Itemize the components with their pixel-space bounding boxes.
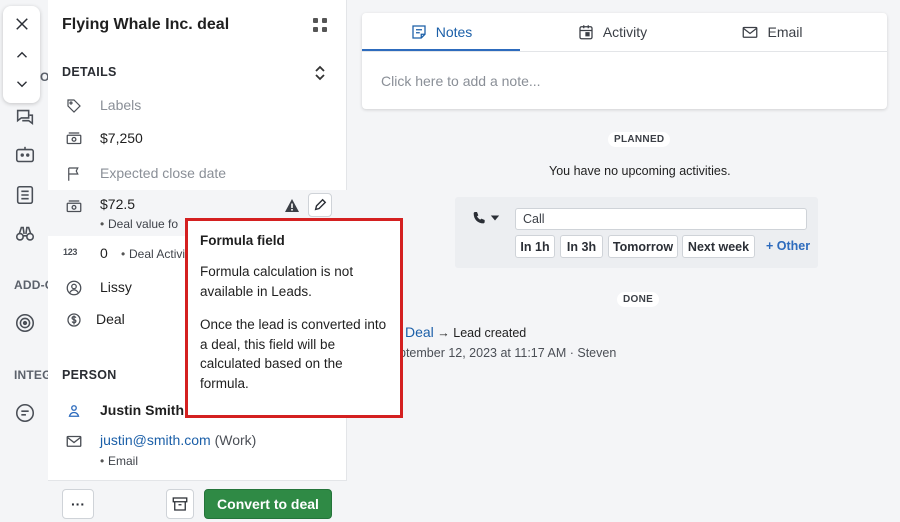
note-input[interactable]: Click here to add a note... <box>381 73 541 89</box>
archive-button[interactable] <box>166 489 194 519</box>
chevron-up-icon <box>16 51 27 58</box>
person-heading: PERSON <box>62 368 117 382</box>
target-icon[interactable] <box>14 312 36 334</box>
quick-schedule-box: Call In 1h In 3h Tomorrow Next week + Ot… <box>455 197 818 268</box>
no-activities-text: You have no upcoming activities. <box>549 164 731 178</box>
chip-next-week[interactable]: Next week <box>682 235 755 258</box>
previous-button[interactable] <box>3 41 40 69</box>
chip-in-3h[interactable]: In 3h <box>560 235 603 258</box>
close-date-row[interactable]: Expected close date <box>48 157 347 191</box>
tooltip-title: Formula field <box>200 233 285 248</box>
history-arrow: → <box>437 326 450 340</box>
expand-collapse-icon[interactable] <box>313 64 327 82</box>
money-icon <box>65 198 83 216</box>
formula-field-tooltip: Formula field Formula calculation is not… <box>185 218 403 418</box>
grid-icon[interactable] <box>312 17 328 33</box>
labels-row[interactable]: Labels <box>48 89 347 123</box>
money-icon <box>65 130 83 148</box>
other-time-link[interactable]: + Other <box>766 239 810 253</box>
value-row[interactable]: $7,250 <box>48 122 347 156</box>
planned-badge: PLANNED <box>608 132 671 147</box>
chat-icon[interactable] <box>14 106 36 128</box>
list-icon[interactable] <box>14 184 36 206</box>
flag-icon <box>65 165 83 183</box>
tab-notes-label: Notes <box>435 24 473 40</box>
caret-down-icon <box>490 215 500 221</box>
bot-icon[interactable] <box>14 145 36 167</box>
close-button[interactable] <box>3 10 40 38</box>
envelope-icon <box>65 432 83 450</box>
rail-addons-label: ADD-ONS <box>14 278 48 292</box>
warning-icon[interactable] <box>284 198 300 214</box>
history-item-title: Deal → Lead created <box>405 324 526 340</box>
pencil-icon <box>314 198 327 211</box>
chip-in-1h[interactable]: In 1h <box>515 235 555 258</box>
done-badge: DONE <box>617 292 660 307</box>
person-email-type: (Work) <box>214 432 257 448</box>
edit-button[interactable] <box>308 193 332 217</box>
tooltip-paragraph-1: Formula calculation is not available in … <box>200 264 354 299</box>
labels-placeholder: Labels <box>100 97 142 113</box>
tab-email[interactable]: Email <box>692 13 852 51</box>
message-icon[interactable] <box>14 402 36 424</box>
deal-title: Flying Whale Inc. deal <box>62 16 230 33</box>
person-icon <box>65 402 83 420</box>
chevron-down-icon <box>16 81 27 88</box>
tab-activity-label: Activity <box>602 24 648 40</box>
history-event: Lead created <box>453 326 527 340</box>
user-circle-icon <box>65 279 83 297</box>
history-item-meta: ptember 12, 2023 at 11:17 AM · Steven <box>399 346 617 360</box>
more-options-button[interactable]: ··· <box>62 489 94 519</box>
formula-value: $72.5 <box>100 196 136 212</box>
tab-notes[interactable]: Notes <box>362 13 520 51</box>
person-name: Justin Smith <box>100 402 185 418</box>
note-icon <box>412 25 426 39</box>
close-icon <box>15 18 28 30</box>
calendar-icon <box>579 25 593 40</box>
deal-value: $7,250 <box>100 130 143 146</box>
tooltip-paragraph-2: Once the lead is converted into a deal, … <box>200 317 387 391</box>
panel-footer: ··· Convert to deal <box>48 480 347 522</box>
binoculars-icon[interactable] <box>14 223 36 245</box>
dollar-circle-icon <box>65 311 83 329</box>
next-button[interactable] <box>3 70 40 98</box>
person-email-link[interactable]: justin@smith.com <box>100 432 211 448</box>
activity-type-dropdown[interactable] <box>471 209 501 227</box>
archive-icon <box>172 497 188 511</box>
tag-icon <box>65 97 83 115</box>
number-icon: 123 <box>63 247 78 257</box>
tab-divider <box>362 51 887 52</box>
close-date-placeholder: Expected close date <box>100 165 227 181</box>
owner-name: Lissy <box>100 279 132 295</box>
details-heading: DETAILS <box>62 65 117 79</box>
history-deal-link[interactable]: Deal <box>405 324 434 340</box>
tab-email-label: Email <box>767 24 803 40</box>
phone-icon <box>473 212 485 224</box>
envelope-icon <box>743 26 758 38</box>
activity-count-sub-label: Deal Activi <box>121 247 185 261</box>
pipeline-name: Deal <box>96 311 125 327</box>
person-email-line: justin@smith.com (Work) <box>100 432 256 448</box>
navigation-pill <box>3 6 40 103</box>
formula-sub-label: Deal value fo <box>100 217 178 231</box>
rail-integrations-label: INTEGRATIONS <box>14 368 48 382</box>
person-email-sub-label: Email <box>100 454 138 468</box>
tab-activity[interactable]: Activity <box>532 13 692 51</box>
chip-tomorrow[interactable]: Tomorrow <box>608 235 678 258</box>
person-email-row[interactable]: justin@smith.com (Work) Email <box>48 424 347 470</box>
composer-card: Notes Activity Email Click here to add a… <box>362 13 887 109</box>
activity-count-value: 0 <box>100 245 108 261</box>
activity-area: Notes Activity Email Click here to add a… <box>347 0 900 522</box>
convert-to-deal-button[interactable]: Convert to deal <box>204 489 332 519</box>
activity-subject-input[interactable]: Call <box>515 208 807 230</box>
